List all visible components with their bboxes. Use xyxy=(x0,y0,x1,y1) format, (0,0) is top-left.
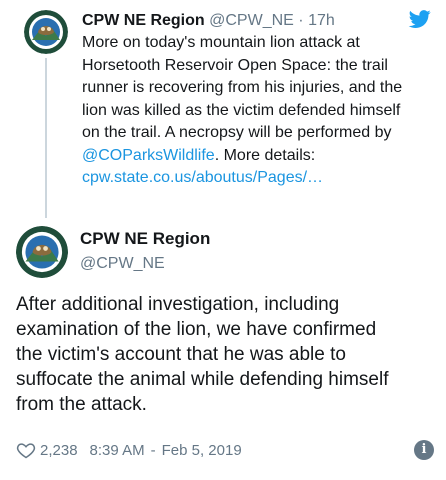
main-tweet-text: After additional investigation, includin… xyxy=(16,292,436,417)
colorado-parks-wildlife-logo-icon xyxy=(16,226,68,278)
info-icon[interactable]: i xyxy=(414,440,434,460)
parent-text-line: cpw.state.co.us/aboutus/Pages/… xyxy=(82,167,434,190)
tweet-footer: 2,238 8:39 AM - Feb 5, 2019 i xyxy=(16,438,436,462)
main-handle[interactable]: @CPW_NE xyxy=(80,253,210,275)
parent-avatar[interactable] xyxy=(24,10,68,54)
main-text-line: examination of the lion, we have confirm… xyxy=(16,319,377,340)
footer-separator: - xyxy=(150,441,156,459)
thread-connector-line xyxy=(45,58,47,218)
tweet-date[interactable]: Feb 5, 2019 xyxy=(162,442,242,459)
parent-text-line: lion was killed as the victim defended h… xyxy=(82,101,401,119)
parent-text-fragment: . More details: xyxy=(214,146,316,164)
parent-text-line: Horsetooth Reservoir Open Space: the tra… xyxy=(82,56,388,74)
parent-tweet-text: More on today's mountain lion attack at … xyxy=(82,32,434,190)
main-tweet-header: CPW NE Region @CPW_NE xyxy=(80,228,210,275)
main-text-line: from the attack. xyxy=(16,394,147,415)
twitter-bird-icon[interactable] xyxy=(408,8,432,30)
parent-text-line: on the trail. A necropsy will be perform… xyxy=(82,124,392,141)
parent-tweet[interactable]: CPW NE Region @CPW_NE · 17h More on toda… xyxy=(0,0,446,218)
parent-tweet-header: CPW NE Region @CPW_NE · 17h xyxy=(82,10,335,32)
like-count[interactable]: 2,238 xyxy=(40,442,78,459)
parent-separator: · xyxy=(298,12,304,29)
main-display-name[interactable]: CPW NE Region xyxy=(80,228,210,250)
main-text-line: suffocate the animal while defending him… xyxy=(16,369,389,390)
parent-text-line: More on today's mountain lion attack at xyxy=(82,34,360,51)
parent-display-name[interactable]: CPW NE Region xyxy=(82,12,205,29)
heart-icon[interactable] xyxy=(16,440,36,460)
parent-text-line: runner is recovering from his injuries, … xyxy=(82,79,403,96)
main-text-line: After additional investigation, includin… xyxy=(16,294,340,315)
main-avatar[interactable] xyxy=(16,226,68,278)
mention-link[interactable]: @COParksWildlife xyxy=(82,147,215,164)
parent-handle[interactable]: @CPW_NE xyxy=(209,12,294,29)
parent-text-line: @COParksWildlife. More details: xyxy=(82,145,434,168)
parent-timestamp[interactable]: 17h xyxy=(308,12,335,29)
details-link[interactable]: cpw.state.co.us/aboutus/Pages/… xyxy=(82,169,323,186)
tweet-time[interactable]: 8:39 AM xyxy=(90,442,145,459)
main-text-line: the victim's account that he was able to xyxy=(16,344,346,365)
colorado-parks-wildlife-logo-icon xyxy=(24,10,68,54)
